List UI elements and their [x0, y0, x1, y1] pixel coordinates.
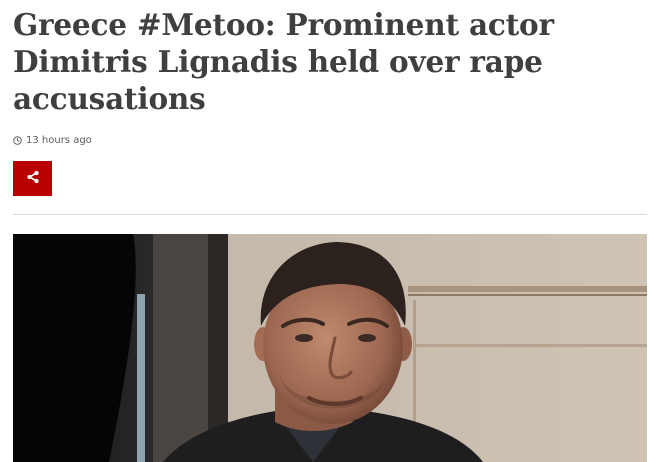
article-timestamp: 13 hours ago	[13, 135, 92, 146]
share-icon	[26, 169, 40, 188]
share-button[interactable]	[13, 161, 52, 196]
clock-icon	[13, 136, 22, 145]
timestamp-text: 13 hours ago	[26, 135, 92, 146]
article-headline: Greece #Metoo: Prominent actor Dimitris …	[13, 7, 554, 116]
divider	[13, 214, 647, 215]
article: Greece #Metoo: Prominent actor Dimitris …	[13, 0, 647, 462]
article-photo	[13, 234, 647, 462]
